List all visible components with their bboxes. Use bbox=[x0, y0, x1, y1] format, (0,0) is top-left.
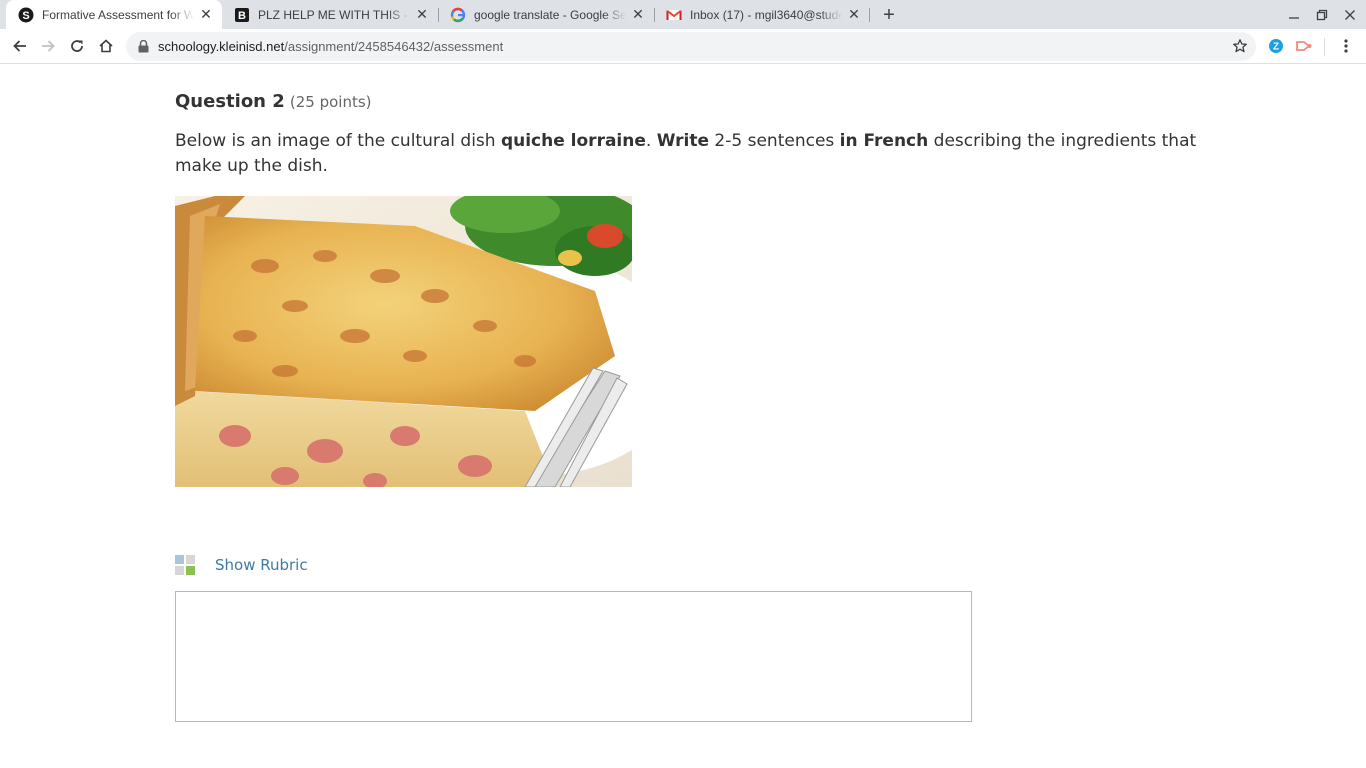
answer-textarea[interactable] bbox=[175, 591, 972, 722]
close-icon[interactable]: ✕ bbox=[414, 6, 430, 23]
close-icon[interactable]: ✕ bbox=[198, 6, 214, 23]
tab-brainly[interactable]: B PLZ HELP ME WITH THIS - Brainly ✕ bbox=[222, 0, 438, 29]
tab-separator bbox=[869, 8, 870, 22]
reload-icon[interactable] bbox=[64, 33, 90, 59]
prompt-write: Write bbox=[656, 131, 710, 151]
quiche-lorraine-image bbox=[175, 196, 632, 487]
svg-text:Z: Z bbox=[1273, 42, 1279, 53]
tab-title: Formative Assessment for Week bbox=[42, 7, 194, 22]
home-icon[interactable] bbox=[93, 33, 119, 59]
svg-text:B: B bbox=[238, 10, 246, 22]
tab-title: Inbox (17) - mgil3640@students. bbox=[690, 7, 842, 22]
address-bar[interactable]: schoology.kleinisd.net/assignment/245854… bbox=[126, 32, 1256, 61]
url-path: /assignment/2458546432/assessment bbox=[284, 39, 504, 54]
question-points: (25 points) bbox=[289, 93, 372, 111]
url-text: schoology.kleinisd.net/assignment/245854… bbox=[158, 39, 503, 54]
prompt-text: 2-5 sentences bbox=[709, 131, 840, 151]
question-prompt: Below is an image of the cultural dish q… bbox=[175, 129, 1225, 179]
back-icon[interactable] bbox=[7, 33, 33, 59]
tab-google-search[interactable]: google translate - Google Search ✕ bbox=[438, 0, 654, 29]
svg-text:S: S bbox=[22, 10, 29, 22]
tab-gmail-inbox[interactable]: Inbox (17) - mgil3640@students. ✕ bbox=[654, 0, 870, 29]
google-icon bbox=[450, 7, 466, 23]
menu-kebab-icon[interactable] bbox=[1337, 37, 1355, 55]
bookmark-star-icon[interactable] bbox=[1232, 38, 1248, 54]
browser-toolbar: schoology.kleinisd.net/assignment/245854… bbox=[0, 29, 1366, 64]
page-content: Question 2 (25 points) Below is an image… bbox=[0, 65, 1366, 768]
show-rubric-link[interactable]: Show Rubric bbox=[215, 556, 308, 574]
prompt-dish-name: quiche lorraine bbox=[500, 131, 646, 151]
tab-formative-assessment[interactable]: S Formative Assessment for Week ✕ bbox=[6, 0, 222, 29]
url-host: schoology.kleinisd.net bbox=[158, 39, 285, 54]
rubric-grid-icon bbox=[175, 555, 195, 575]
toolbar-divider bbox=[1324, 38, 1325, 56]
tab-title: PLZ HELP ME WITH THIS - Brainly bbox=[258, 7, 410, 22]
gmail-icon bbox=[666, 7, 682, 23]
brainly-icon: B bbox=[234, 7, 250, 23]
forward-icon[interactable] bbox=[35, 33, 61, 59]
schoology-icon: S bbox=[18, 7, 34, 23]
close-icon[interactable]: ✕ bbox=[630, 6, 646, 23]
extension-translate-icon[interactable]: Z bbox=[1267, 37, 1285, 55]
lock-icon bbox=[136, 40, 150, 54]
prompt-text: . bbox=[645, 131, 657, 151]
extension-pink-icon[interactable] bbox=[1295, 37, 1313, 55]
question-title: Question 2 bbox=[175, 91, 285, 112]
restore-icon[interactable] bbox=[1308, 0, 1336, 29]
minimize-icon[interactable] bbox=[1280, 0, 1308, 29]
new-tab-button[interactable]: + bbox=[878, 4, 900, 26]
close-icon[interactable]: ✕ bbox=[846, 6, 862, 23]
prompt-in-french: in French bbox=[839, 131, 929, 151]
question-header: Question 2 (25 points) bbox=[175, 91, 372, 112]
close-window-icon[interactable] bbox=[1336, 0, 1364, 29]
browser-tabstrip: S Formative Assessment for Week ✕ B PLZ … bbox=[0, 0, 1366, 29]
rubric-toggle[interactable]: Show Rubric bbox=[175, 555, 308, 575]
tab-title: google translate - Google Search bbox=[474, 7, 626, 22]
prompt-text: Below is an image of the cultural dish bbox=[175, 131, 501, 151]
